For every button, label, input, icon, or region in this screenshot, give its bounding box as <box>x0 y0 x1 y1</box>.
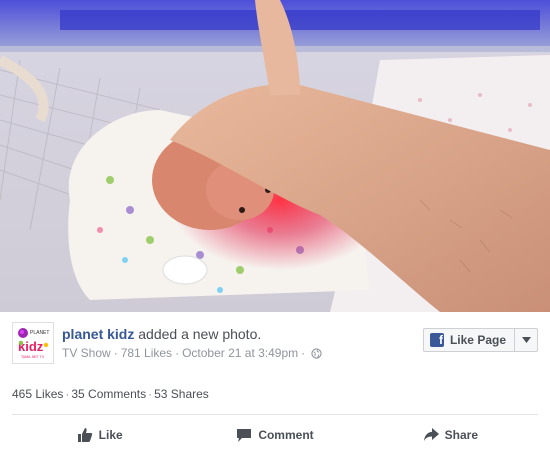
comments-count[interactable]: 35 Comments <box>71 387 146 401</box>
post-timestamp[interactable]: October 21 at 3:49pm <box>182 346 298 360</box>
comment-label: Comment <box>258 428 314 442</box>
page-likes: 781 Likes <box>120 346 173 360</box>
separator: · <box>301 346 306 360</box>
svg-text:PLANET: PLANET <box>30 330 49 336</box>
comment-icon <box>237 429 252 442</box>
like-button[interactable]: Like <box>12 416 187 454</box>
post-photo[interactable] <box>0 0 550 312</box>
facebook-post: PLANET kidz TAMIL NET TV planet kidz add… <box>0 0 550 456</box>
caret-down-icon <box>521 337 531 343</box>
like-page-button-group: f Like Page <box>422 328 538 352</box>
post-header: PLANET kidz TAMIL NET TV planet kidz add… <box>0 312 550 374</box>
post-actions: Like Comment Share <box>12 416 538 454</box>
share-label: Share <box>444 428 478 442</box>
globe-icon[interactable] <box>311 348 322 362</box>
shares-count[interactable]: 53 Shares <box>154 387 209 401</box>
likes-count[interactable]: 465 Likes <box>12 387 63 401</box>
like-page-label: Like Page <box>449 333 506 347</box>
separator: · <box>175 346 180 360</box>
thumbs-up-icon <box>77 428 92 442</box>
separator: · <box>65 387 70 401</box>
like-label: Like <box>98 428 123 442</box>
post-meta: TV Show · 781 Likes · October 21 at 3:49pm · <box>62 346 322 362</box>
facebook-f-icon: f <box>429 333 444 347</box>
page-category: TV Show <box>62 346 111 360</box>
comment-button[interactable]: Comment <box>187 416 362 454</box>
divider <box>12 414 538 415</box>
share-arrow-icon <box>423 428 439 441</box>
like-page-dropdown[interactable] <box>514 329 537 351</box>
premature-baby-photo <box>0 0 550 312</box>
page-name-link[interactable]: planet kidz <box>62 326 134 342</box>
post-headline: planet kidz added a new photo. <box>62 326 261 342</box>
like-page-button[interactable]: f Like Page <box>424 329 514 351</box>
separator: · <box>148 387 153 401</box>
planet-kidz-logo-icon: PLANET kidz TAMIL NET TV <box>18 328 49 359</box>
post-action-text: added a new photo. <box>134 326 262 342</box>
share-button[interactable]: Share <box>363 416 538 454</box>
separator: · <box>113 346 118 360</box>
post-stats: 465 Likes · 35 Comments · 53 Shares <box>12 387 209 401</box>
svg-text:TAMIL NET TV: TAMIL NET TV <box>21 355 45 359</box>
page-avatar[interactable]: PLANET kidz TAMIL NET TV <box>12 322 54 364</box>
